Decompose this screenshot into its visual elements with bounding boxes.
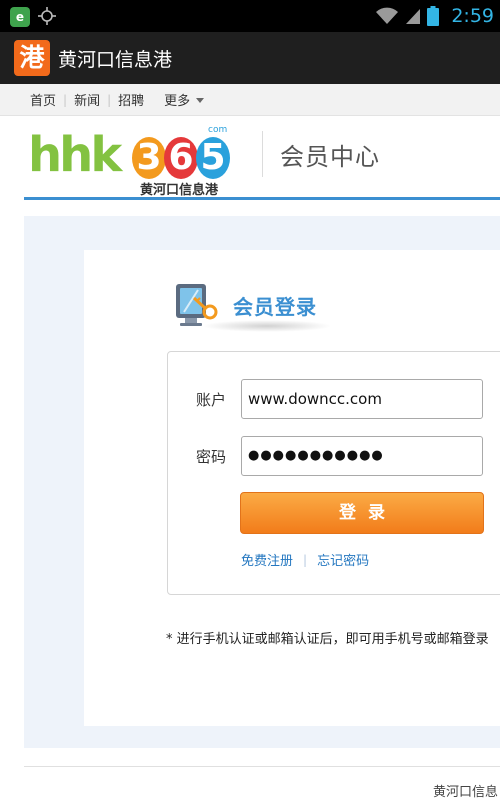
password-label: 密码 bbox=[196, 448, 227, 466]
register-link[interactable]: 免费注册 bbox=[241, 550, 293, 569]
caret-down-icon bbox=[196, 98, 205, 103]
header-divider bbox=[262, 131, 263, 177]
status-bar: e 2:59 bbox=[0, 0, 500, 32]
nav-more-dropdown[interactable]: 更多 bbox=[164, 90, 205, 109]
site-logo[interactable]: hhk 3 6 5 com 黄河口信息港 bbox=[28, 125, 238, 198]
logo-digit: 5 bbox=[196, 137, 230, 179]
signal-icon bbox=[406, 9, 421, 24]
gps-icon bbox=[38, 7, 56, 25]
logo-digit: 6 bbox=[164, 137, 198, 179]
app-title: 黄河口信息港 bbox=[58, 48, 173, 71]
app-notification-icon: e bbox=[10, 7, 30, 27]
nav-item-news[interactable]: 新闻 bbox=[74, 90, 100, 109]
site-header: hhk 3 6 5 com 黄河口信息港 会员中心 bbox=[0, 117, 500, 198]
nav-item-jobs[interactable]: 招聘 bbox=[118, 90, 144, 109]
login-note: * 进行手机认证或邮箱认证后，即可用手机号或邮箱登录 bbox=[166, 632, 489, 647]
link-separator: | bbox=[303, 552, 308, 567]
nav-item-home[interactable]: 首页 bbox=[30, 90, 56, 109]
login-links: 免费注册 | 忘记密码 bbox=[241, 550, 369, 570]
logo-com: com bbox=[208, 125, 228, 135]
forgot-password-link[interactable]: 忘记密码 bbox=[317, 550, 369, 569]
logo-digit: 3 bbox=[132, 137, 166, 179]
header-underline bbox=[24, 197, 500, 200]
logo-cn-text: 黄河口信息港 bbox=[140, 183, 219, 198]
page-title: 会员中心 bbox=[280, 143, 380, 171]
status-clock: 2:59 bbox=[451, 5, 494, 27]
nav-more-label: 更多 bbox=[164, 94, 191, 109]
account-label: 账户 bbox=[196, 391, 227, 409]
password-input[interactable]: ●●●●●●●●●●● bbox=[241, 436, 483, 476]
login-heading: 会员登录 bbox=[172, 278, 342, 342]
top-nav: 首页 | 新闻 | 招聘 更多 bbox=[0, 84, 500, 116]
footer-divider bbox=[24, 766, 500, 767]
account-input[interactable]: www.downcc.com bbox=[241, 379, 483, 419]
login-title: 会员登录 bbox=[233, 295, 317, 319]
monitor-key-icon bbox=[176, 284, 218, 326]
nav-separator: | bbox=[63, 92, 68, 107]
app-logo-icon[interactable]: 港 bbox=[14, 40, 50, 76]
login-button[interactable]: 登录 bbox=[240, 492, 484, 534]
wifi-icon bbox=[376, 7, 399, 24]
logo-letters: hhk bbox=[28, 127, 122, 183]
nav-separator: | bbox=[107, 92, 112, 107]
app-bar: 港 黄河口信息港 bbox=[0, 32, 500, 84]
battery-icon bbox=[427, 6, 440, 26]
footer-text: 黄河口信息 bbox=[433, 785, 499, 800]
